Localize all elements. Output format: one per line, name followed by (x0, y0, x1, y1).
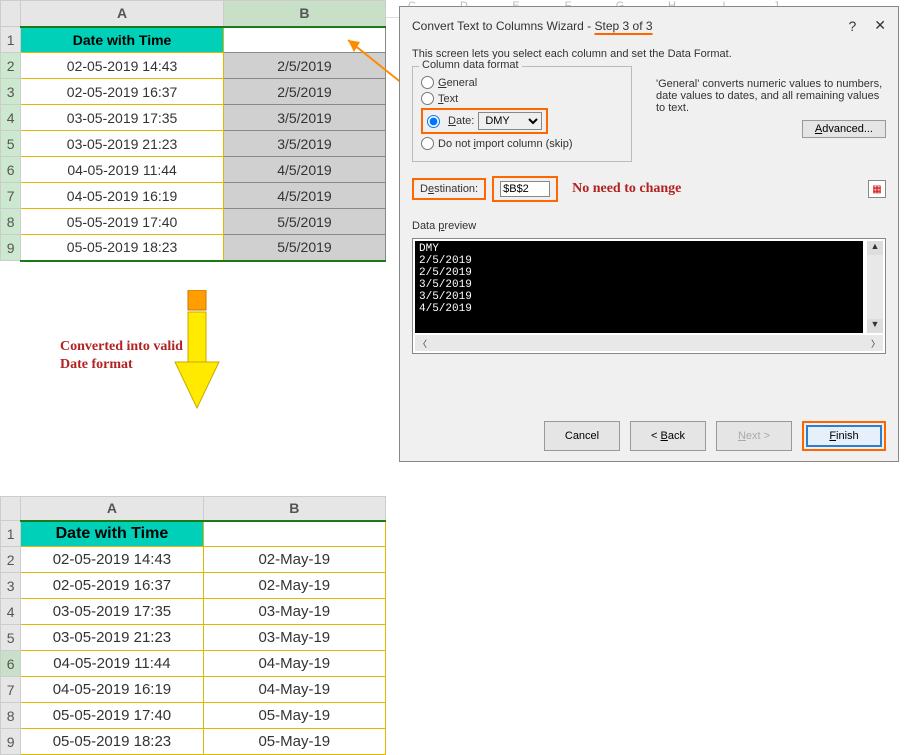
label-date[interactable]: Date: (448, 115, 474, 127)
annotation-text: Converted into valid Date format (60, 338, 183, 374)
row-header[interactable]: 4 (1, 105, 21, 131)
cell[interactable]: 3/5/2019 (223, 131, 385, 157)
cell[interactable]: 02-May-19 (203, 573, 385, 599)
cell[interactable]: 02-05-2019 14:43 (21, 53, 224, 79)
cell[interactable]: 03-May-19 (203, 599, 385, 625)
cell[interactable]: 03-05-2019 21:23 (21, 625, 203, 651)
advanced-button[interactable]: Advanced... (802, 120, 886, 138)
text-to-columns-dialog: Convert Text to Columns Wizard - Step 3 … (399, 6, 899, 462)
col-header-a[interactable]: A (21, 1, 224, 27)
cell-a1-header[interactable]: Date with Time (21, 521, 203, 547)
preview-row: 2/5/2019 (419, 267, 859, 279)
radio-text[interactable] (421, 92, 434, 105)
cell-a1-header[interactable]: Date with Time (21, 27, 224, 53)
label-general[interactable]: General (438, 77, 477, 89)
row-header[interactable]: 9 (1, 235, 21, 261)
cell-b1[interactable] (223, 27, 385, 53)
label-text[interactable]: Text (438, 93, 458, 105)
col-header-a[interactable]: A (21, 497, 203, 521)
close-icon[interactable]: ✕ (874, 17, 886, 34)
radio-general[interactable] (421, 76, 434, 89)
cell[interactable]: 3/5/2019 (223, 105, 385, 131)
date-format-select[interactable]: DMY (478, 112, 542, 130)
cell[interactable]: 03-05-2019 21:23 (21, 131, 224, 157)
cell[interactable]: 05-05-2019 17:40 (21, 703, 203, 729)
row-header[interactable]: 1 (1, 27, 21, 53)
row-header[interactable]: 8 (1, 703, 21, 729)
horizontal-scrollbar[interactable]: 〈〉 (415, 335, 883, 351)
radio-date[interactable] (427, 115, 440, 128)
destination-label: Destination: (412, 178, 486, 200)
cell-b1[interactable] (203, 521, 385, 547)
row-header[interactable]: 5 (1, 625, 21, 651)
preview-row: 3/5/2019 (419, 279, 859, 291)
label-skip[interactable]: Do not import column (skip) (438, 138, 573, 150)
preview-row: 4/5/2019 (419, 303, 859, 315)
data-preview: DMY 2/5/2019 2/5/2019 3/5/2019 3/5/2019 … (412, 238, 886, 354)
cell[interactable]: 05-05-2019 18:23 (21, 235, 224, 261)
cell[interactable]: 04-05-2019 16:19 (21, 677, 203, 703)
cell[interactable]: 2/5/2019 (223, 53, 385, 79)
row-header[interactable]: 7 (1, 183, 21, 209)
cell[interactable]: 02-05-2019 16:37 (21, 573, 203, 599)
col-header-b[interactable]: B (223, 1, 385, 27)
next-button: Next > (716, 421, 792, 451)
cell[interactable]: 04-May-19 (203, 677, 385, 703)
destination-note: No need to change (572, 181, 681, 197)
cell[interactable]: 05-May-19 (203, 703, 385, 729)
cell[interactable]: 03-May-19 (203, 625, 385, 651)
preview-label: Data preview (412, 220, 886, 232)
cell[interactable]: 04-05-2019 11:44 (21, 651, 203, 677)
column-data-format-group: Column data format General Text Date: DM… (412, 66, 632, 162)
cell[interactable]: 05-05-2019 17:40 (21, 209, 224, 235)
preview-row: 2/5/2019 (419, 255, 859, 267)
worksheet-bottom[interactable]: A B 1 Date with Time 202-05-2019 14:4302… (0, 496, 386, 755)
cell[interactable]: 5/5/2019 (223, 235, 385, 261)
dialog-title: Convert Text to Columns Wizard - Step 3 … (412, 19, 848, 33)
row-header[interactable]: 8 (1, 209, 21, 235)
cell[interactable]: 4/5/2019 (223, 157, 385, 183)
help-icon[interactable]: ? (848, 18, 856, 34)
row-header[interactable]: 2 (1, 53, 21, 79)
cell[interactable]: 2/5/2019 (223, 79, 385, 105)
row-header[interactable]: 3 (1, 573, 21, 599)
fieldset-legend: Column data format (419, 59, 522, 71)
cell[interactable]: 02-05-2019 14:43 (21, 547, 203, 573)
row-header[interactable]: 7 (1, 677, 21, 703)
row-header[interactable]: 3 (1, 79, 21, 105)
row-header[interactable]: 5 (1, 131, 21, 157)
select-all-corner[interactable] (1, 1, 21, 27)
cell[interactable]: 4/5/2019 (223, 183, 385, 209)
cell[interactable]: 03-05-2019 17:35 (21, 105, 224, 131)
cell[interactable]: 04-May-19 (203, 651, 385, 677)
col-header-b[interactable]: B (203, 497, 385, 521)
cancel-button[interactable]: Cancel (544, 421, 620, 451)
back-button[interactable]: < Back (630, 421, 706, 451)
radio-skip[interactable] (421, 137, 434, 150)
cell[interactable]: 02-05-2019 16:37 (21, 79, 224, 105)
destination-input[interactable] (500, 181, 550, 197)
row-header[interactable]: 4 (1, 599, 21, 625)
row-header[interactable]: 2 (1, 547, 21, 573)
select-all-corner[interactable] (1, 497, 21, 521)
vertical-scrollbar[interactable]: ▲▼ (867, 241, 883, 333)
general-description: 'General' converts numeric values to num… (656, 78, 886, 138)
cell[interactable]: 04-05-2019 16:19 (21, 183, 224, 209)
cell[interactable]: 02-May-19 (203, 547, 385, 573)
row-header[interactable]: 6 (1, 157, 21, 183)
preview-row: 3/5/2019 (419, 291, 859, 303)
preview-column-header: DMY (419, 243, 439, 255)
finish-button[interactable]: Finish (806, 425, 882, 447)
row-header[interactable]: 1 (1, 521, 21, 547)
row-header[interactable]: 6 (1, 651, 21, 677)
cell[interactable]: 5/5/2019 (223, 209, 385, 235)
worksheet-top[interactable]: A B 1 Date with Time 202-05-2019 14:432/… (0, 0, 386, 262)
cell[interactable]: 04-05-2019 11:44 (21, 157, 224, 183)
cell[interactable]: 03-05-2019 17:35 (21, 599, 203, 625)
range-picker-icon[interactable]: ▦ (868, 180, 886, 198)
